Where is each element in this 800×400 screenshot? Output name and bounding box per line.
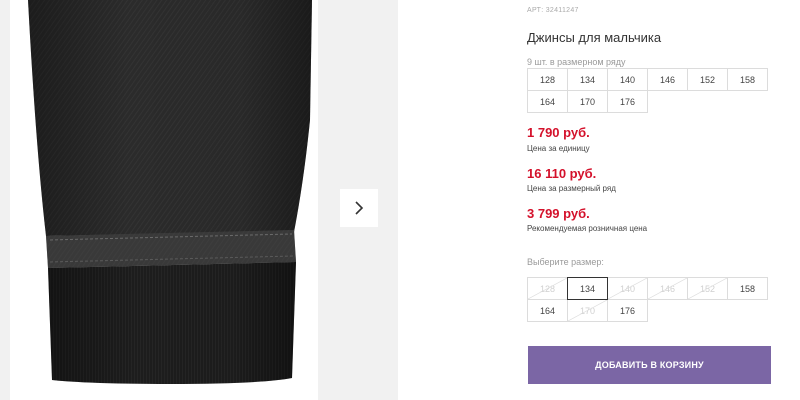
pack-size: 134 [567, 68, 608, 91]
pack-price: 16 110 руб. [527, 166, 597, 181]
size-option[interactable]: 140 [607, 277, 648, 300]
size-option[interactable]: 134 [567, 277, 608, 300]
pack-size: 152 [687, 68, 728, 91]
chevron-right-icon [355, 201, 364, 215]
choose-size-label: Выберите размер: [527, 257, 604, 267]
unit-price-label: Цена за единицу [527, 144, 590, 153]
size-option-label: 134 [579, 283, 596, 294]
size-option-label: 176 [619, 305, 636, 316]
product-details: АРТ: 32411247 Джинсы для мальчика 9 шт. … [527, 0, 800, 400]
product-title: Джинсы для мальчика [527, 30, 662, 45]
pack-size: 140 [607, 68, 648, 91]
product-image [10, 0, 318, 400]
unavailable-strike-icon [608, 278, 647, 299]
size-option[interactable]: 158 [727, 277, 768, 300]
pack-size: 128 [527, 68, 568, 91]
size-option[interactable]: 128 [527, 277, 568, 300]
size-selector: 128 134 140 146 152 158 164 170 176 [527, 277, 773, 322]
size-option[interactable]: 152 [687, 277, 728, 300]
pack-price-label: Цена за размерный ряд [527, 184, 616, 193]
pack-size: 158 [727, 68, 768, 91]
size-option[interactable]: 164 [527, 299, 568, 322]
retail-price-label: Рекомендуемая розничная цена [527, 224, 648, 233]
size-option-label: 158 [739, 283, 756, 294]
size-option[interactable]: 170 [567, 299, 608, 322]
add-to-cart-button[interactable]: ДОБАВИТЬ В КОРЗИНУ [528, 346, 771, 384]
pack-size: 146 [647, 68, 688, 91]
size-option[interactable]: 146 [647, 277, 688, 300]
size-option-label: 164 [539, 305, 556, 316]
unavailable-strike-icon [528, 278, 567, 299]
retail-price: 3 799 руб. [527, 206, 590, 221]
article-number: АРТ: 32411247 [527, 7, 579, 14]
jeans-leg-image [28, 0, 312, 384]
unavailable-strike-icon [568, 300, 607, 321]
pack-size: 176 [607, 90, 648, 113]
pack-size-grid: 128 134 140 146 152 158 164 170 176 [527, 68, 773, 113]
product-gallery [0, 0, 398, 400]
next-image-button[interactable] [340, 189, 378, 227]
pack-size: 170 [567, 90, 608, 113]
unavailable-strike-icon [648, 278, 687, 299]
unit-price: 1 790 руб. [527, 125, 590, 140]
unavailable-strike-icon [688, 278, 727, 299]
pack-size: 164 [527, 90, 568, 113]
size-option[interactable]: 176 [607, 299, 648, 322]
pack-note: 9 шт. в размерном ряду [527, 57, 626, 67]
